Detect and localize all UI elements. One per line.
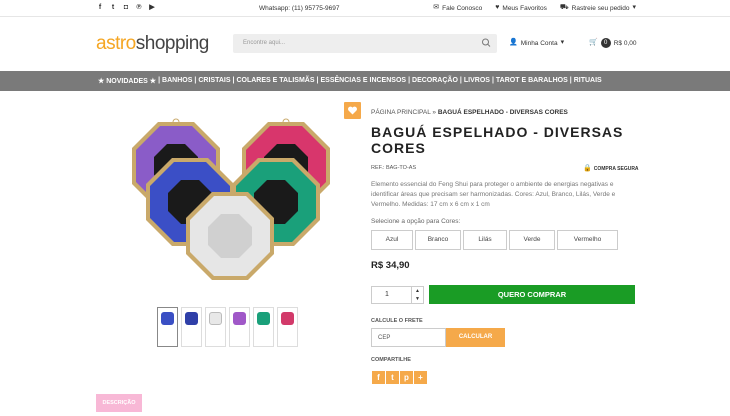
logo-part-shopping: shopping (135, 33, 210, 54)
twitter-icon[interactable]: t (109, 4, 117, 12)
thumbnail[interactable] (229, 307, 250, 347)
thumbnail[interactable] (253, 307, 274, 347)
decrement-icon[interactable]: ▼ (412, 295, 423, 303)
thumbnail[interactable] (277, 307, 298, 347)
buy-button[interactable]: QUERO COMPRAR (429, 285, 635, 304)
nav-separator: | (491, 77, 494, 84)
chevron-down-icon: ▾ (632, 4, 636, 11)
breadcrumb-current: BAGUÁ ESPELHADO - DIVERSAS CORES (437, 109, 568, 116)
description-tab[interactable]: DESCRIÇÃO (96, 394, 142, 412)
thumbnail[interactable] (157, 307, 178, 347)
facebook-share-icon[interactable]: f (372, 371, 385, 384)
nav-separator: | (459, 77, 462, 84)
more-share-icon[interactable]: + (414, 371, 427, 384)
pinterest-share-icon[interactable]: p (400, 371, 413, 384)
thumbnail[interactable] (205, 307, 226, 347)
search-box: Encontre aqui... (233, 34, 497, 53)
option-lilas[interactable]: Lilás (463, 230, 507, 250)
option-label: Selecione a opção para Cores: (371, 218, 461, 225)
calculate-shipping-button[interactable]: CALCULAR (446, 328, 505, 347)
breadcrumb: PÁGINA PRINCIPAL » BAGUÁ ESPELHADO - DIV… (371, 109, 568, 116)
option-verde[interactable]: Verde (509, 230, 555, 250)
nav-item-tarot[interactable]: TAROT E BARALHOS (496, 77, 568, 85)
truck-icon: ⛟ (559, 4, 569, 11)
quantity-value[interactable]: 1 (385, 291, 389, 298)
nav-item-novidades[interactable]: ★ NOVIDADES ★ (98, 77, 156, 85)
option-vermelho[interactable]: Vermelho (557, 230, 618, 250)
user-icon: 👤 (509, 39, 518, 46)
whatsapp-contact: Whatsapp: (11) 95775-9697 (259, 5, 340, 12)
thumbnail[interactable] (181, 307, 202, 347)
option-azul[interactable]: Azul (371, 230, 413, 250)
shipping-label: CALCULE O FRETE (371, 318, 423, 324)
increment-icon[interactable]: ▲ (412, 287, 423, 295)
lock-icon: 🔒 (583, 165, 592, 172)
add-to-favorites-button[interactable] (344, 102, 361, 119)
search-icon[interactable] (481, 37, 491, 49)
thumbnail-strip (157, 307, 298, 347)
chevron-down-icon: ▾ (560, 39, 565, 46)
product-price: R$ 34,90 (371, 260, 410, 271)
nav-separator: | (232, 77, 235, 84)
cart-total: R$ 0,00 (613, 39, 637, 47)
nav-separator: | (158, 77, 161, 84)
logo-part-astro: astro (96, 33, 136, 54)
product-ref: REF.: BAG-TO-AS (371, 165, 417, 171)
top-bar: f t ◘ ℗ ▶ Whatsapp: (11) 95775-9697 ✉ Fa… (0, 0, 730, 17)
nav-separator: | (194, 77, 197, 84)
search-input[interactable]: Encontre aqui... (243, 40, 285, 46)
facebook-icon[interactable]: f (96, 4, 104, 12)
cart-count: 0 (600, 38, 611, 48)
top-links: ✉ Fale Conosco ♥ Meus Favoritos ⛟ Rastre… (433, 4, 636, 12)
option-branco[interactable]: Branco (415, 230, 461, 250)
social-links: f t ◘ ℗ ▶ (96, 4, 156, 12)
breadcrumb-separator: » (432, 109, 437, 116)
quantity-spinner[interactable]: ▲ ▼ (411, 287, 423, 303)
share-label: COMPARTILHE (371, 357, 411, 363)
product-title: BAGUÁ ESPELHADO - DIVERSAS CORES (371, 124, 624, 156)
heart-icon (348, 106, 357, 115)
quantity-stepper[interactable]: 1 ▲ ▼ (371, 286, 424, 304)
favorites-link-label: Meus Favoritos (502, 4, 547, 12)
favorites-link[interactable]: ♥ Meus Favoritos (495, 4, 547, 12)
secure-purchase-label: COMPRA SEGURA (593, 166, 639, 172)
cart-icon: 🛒 (589, 39, 598, 46)
cep-placeholder: CEP (378, 335, 391, 341)
account-label: Minha Conta (520, 39, 558, 47)
share-buttons: f t p + (372, 371, 427, 384)
cart[interactable]: 🛒 0 R$ 0,00 (589, 38, 637, 48)
youtube-icon[interactable]: ▶ (148, 4, 156, 12)
nav-item-essencias[interactable]: ESSÊNCIAS E INCENSOS (320, 77, 406, 85)
cep-field[interactable]: CEP (371, 328, 446, 347)
nav-items: ★ NOVIDADES ★ | BANHOS | CRISTAIS | COLARES… (98, 77, 602, 85)
color-options: Azul Branco Lilás Verde Vermelho (371, 230, 618, 250)
nav-item-decoracao[interactable]: DECORAÇÃO (412, 77, 458, 85)
product-main-image[interactable] (128, 118, 338, 286)
account-menu[interactable]: 👤 Minha Conta ▾ (509, 39, 564, 47)
nav-separator: | (316, 77, 319, 84)
logo[interactable]: astroshopping (96, 33, 209, 55)
nav-item-livros[interactable]: LIVROS (464, 77, 490, 85)
nav-item-rituais[interactable]: RITUAIS (574, 77, 602, 85)
track-order-link[interactable]: ⛟ Rastreie seu pedido ▾ (560, 4, 636, 12)
nav-item-cristais[interactable]: CRISTAIS (198, 77, 230, 85)
nav-item-colares[interactable]: COLARES E TALISMÃS (236, 77, 314, 85)
breadcrumb-home[interactable]: PÁGINA PRINCIPAL (371, 109, 431, 116)
heart-icon: ♥ (495, 4, 500, 11)
contact-link[interactable]: ✉ Fale Conosco (433, 4, 482, 12)
twitter-share-icon[interactable]: t (386, 371, 399, 384)
main-nav: ★ NOVIDADES ★ | BANHOS | CRISTAIS | COLARES… (0, 71, 730, 91)
mail-icon: ✉ (433, 4, 440, 11)
nav-separator: | (569, 77, 572, 84)
nav-separator: | (408, 77, 411, 84)
nav-item-banhos[interactable]: BANHOS (162, 77, 192, 85)
product-description: Elemento essencial do Feng Shui para pro… (371, 181, 616, 208)
track-order-label: Rastreie seu pedido (571, 4, 630, 12)
secure-purchase-badge: 🔒 COMPRA SEGURA (583, 165, 639, 173)
instagram-icon[interactable]: ◘ (122, 4, 130, 12)
pinterest-icon[interactable]: ℗ (135, 4, 143, 12)
contact-link-label: Fale Conosco (442, 4, 483, 12)
